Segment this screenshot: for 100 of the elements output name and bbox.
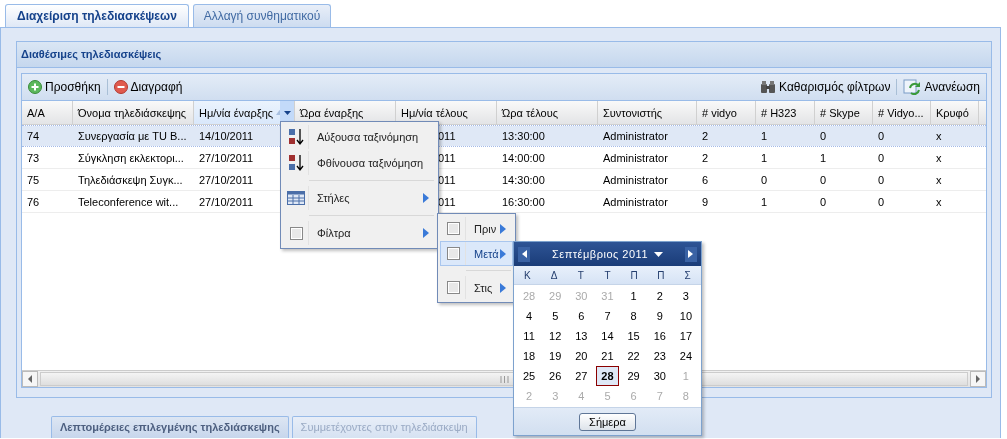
add-button[interactable]: Προσθήκη xyxy=(26,78,103,96)
calendar-day[interactable]: 7 xyxy=(594,306,621,326)
calendar-day[interactable]: 24 xyxy=(672,346,699,366)
tab[interactable]: Λεπτομέρειες επιλεγμένης τηλεδιάσκεψης xyxy=(51,416,289,438)
calendar-day[interactable]: 17 xyxy=(672,326,699,346)
calendar-day[interactable]: 12 xyxy=(542,326,569,346)
table-cell: 0 xyxy=(878,173,885,186)
caret-icon xyxy=(283,110,291,115)
month-picker[interactable]: Σεπτέμβριος 2011 xyxy=(551,248,663,260)
weekday-label: Π xyxy=(629,269,639,281)
table-cell: x xyxy=(936,173,942,186)
calendar-day[interactable]: 19 xyxy=(542,346,569,366)
table-cell: 2 xyxy=(702,130,709,142)
table-cell: 1 xyxy=(820,151,827,164)
calendar-day[interactable]: 11 xyxy=(516,326,543,346)
tab[interactable]: Αλλαγή συνθηματικού xyxy=(192,4,332,27)
column-header[interactable]: # H323 xyxy=(756,101,815,124)
weekday-label: Τ xyxy=(603,269,612,281)
table-cell: 2 xyxy=(702,151,709,164)
menu-item[interactable]: Στις xyxy=(440,275,513,300)
column-header[interactable]: Ημ/νία έναρξης xyxy=(194,101,295,124)
weekday-label: Κ xyxy=(523,269,532,281)
sort-ascending-icon xyxy=(288,128,304,146)
column-header[interactable]: # vidyo xyxy=(697,101,756,124)
refresh-button[interactable]: Ανανέωση xyxy=(901,77,982,97)
calendar-day[interactable]: 28 xyxy=(596,366,619,386)
menu-item[interactable]: Αύξουσα ταξινόμηση xyxy=(283,124,436,150)
menu-item[interactable]: Φίλτρα xyxy=(283,220,436,246)
calendar-day[interactable]: 15 xyxy=(620,326,647,346)
calendar-day[interactable]: 2 xyxy=(646,286,673,306)
delete-button[interactable]: Διαγραφή xyxy=(111,78,185,96)
table-cell: 27/10/2011 xyxy=(199,195,254,208)
tab[interactable]: Διαχείριση τηλεδιασκέψεων xyxy=(5,4,189,27)
column-header[interactable]: # Vidyo... xyxy=(873,101,931,124)
calendar-day[interactable]: 27 xyxy=(568,366,595,386)
right-arrow-icon xyxy=(975,375,981,383)
calendar-day[interactable]: 3 xyxy=(672,286,699,306)
submenu-arrow-icon xyxy=(499,223,506,234)
table-cell: x xyxy=(936,195,942,208)
weekday-label: Π xyxy=(656,269,666,281)
table-cell: 14:00:00 xyxy=(502,151,545,164)
next-month-button[interactable] xyxy=(685,246,697,262)
table-cell: 13:30:00 xyxy=(502,130,545,142)
table-cell: 0 xyxy=(878,195,885,208)
table-cell: 0 xyxy=(820,130,827,142)
right-arrow-icon xyxy=(688,250,694,258)
table-cell: 74 xyxy=(27,130,40,142)
calendar-day[interactable]: 1 xyxy=(620,286,647,306)
table-cell: 6 xyxy=(702,173,709,186)
calendar-day[interactable]: 18 xyxy=(516,346,543,366)
table-cell: 011 xyxy=(438,173,456,186)
previous-month-button[interactable] xyxy=(518,246,530,262)
table-cell: 14:30:00 xyxy=(502,173,545,186)
calendar-day[interactable]: 16 xyxy=(646,326,673,346)
menu-item[interactable]: Μετά xyxy=(440,241,513,266)
calendar-day[interactable]: 9 xyxy=(646,306,673,326)
table-cell: x xyxy=(936,151,942,164)
table-cell: Συνεργασία με TU B... xyxy=(78,130,187,142)
table-cell: 011 xyxy=(438,151,456,164)
calendar-day[interactable]: 10 xyxy=(672,306,699,326)
table-cell: 76 xyxy=(27,195,40,208)
menu-item[interactable]: Στήλες xyxy=(283,185,436,211)
table-cell: Administrator xyxy=(603,195,668,208)
calendar-day[interactable]: 26 xyxy=(542,366,569,386)
calendar-day[interactable]: 13 xyxy=(568,326,595,346)
table-cell: Administrator xyxy=(603,151,668,164)
calendar-day[interactable]: 23 xyxy=(646,346,673,366)
calendar-day[interactable]: 30 xyxy=(646,366,673,386)
column-header[interactable]: # Skype xyxy=(815,101,873,124)
column-header[interactable]: Α/Α xyxy=(22,101,73,124)
calendar-day[interactable]: 25 xyxy=(516,366,543,386)
table-cell: 73 xyxy=(27,151,40,164)
columns-icon xyxy=(287,191,305,205)
scroll-left-button[interactable] xyxy=(22,371,38,387)
calendar-day[interactable]: 21 xyxy=(594,346,621,366)
table-cell: 16:30:00 xyxy=(502,195,545,208)
table-cell: 0 xyxy=(820,173,827,186)
column-header[interactable]: Κρυφό xyxy=(931,101,979,124)
weekday-label: Σ xyxy=(683,269,692,281)
calendar-day[interactable]: 14 xyxy=(594,326,621,346)
calendar-day[interactable]: 5 xyxy=(542,306,569,326)
column-header[interactable]: Ώρα τέλους xyxy=(497,101,598,124)
weekday-label: Δ xyxy=(549,269,559,281)
calendar-day[interactable]: 22 xyxy=(620,346,647,366)
minus-icon xyxy=(113,80,128,94)
scroll-right-button[interactable] xyxy=(970,371,986,387)
calendar-day[interactable]: 6 xyxy=(568,306,595,326)
table-cell: Administrator xyxy=(603,130,668,142)
calendar-day[interactable]: 20 xyxy=(568,346,595,366)
today-button[interactable]: Σήμερα xyxy=(579,412,636,431)
table-cell: 1 xyxy=(761,130,768,142)
calendar-day[interactable]: 8 xyxy=(620,306,647,326)
menu-item[interactable]: Φθίνουσα ταξινόμηση xyxy=(283,150,436,176)
clear-filters-button[interactable]: Καθαρισμός φίλτρων xyxy=(758,78,893,96)
table-cell: Τηλεδιάσκεψη Συγκ... xyxy=(78,173,183,186)
table-cell: 75 xyxy=(27,173,40,186)
calendar-day[interactable]: 4 xyxy=(516,306,543,326)
column-header[interactable]: Συντονιστής xyxy=(598,101,697,124)
calendar-day[interactable]: 29 xyxy=(620,366,647,386)
menu-item[interactable]: Πριν xyxy=(440,216,513,241)
